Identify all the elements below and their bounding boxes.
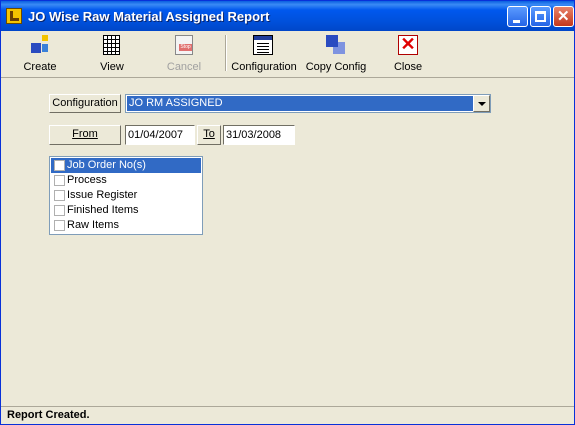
list-item-finished-items[interactable]: Finished Items [51, 203, 201, 218]
close-x-icon: ✕ [398, 35, 418, 55]
minimize-icon [513, 20, 520, 23]
cancel-button[interactable]: Stop Cancel [159, 33, 209, 75]
toolbar: Create View Stop Cancel Configuration Co… [1, 31, 574, 78]
checkbox[interactable] [54, 190, 65, 201]
to-button[interactable]: To [197, 125, 221, 145]
to-label: To [203, 128, 215, 140]
close-label: Close [393, 61, 423, 73]
create-label: Create [23, 61, 57, 73]
copy-config-label: Copy Config [305, 61, 367, 73]
title-bar[interactable]: JO Wise Raw Material Assigned Report ✕ [1, 1, 574, 31]
configuration-icon [253, 35, 273, 55]
configuration-label: Configuration [231, 61, 297, 73]
create-icon [30, 35, 50, 55]
window-title: JO Wise Raw Material Assigned Report [28, 9, 270, 24]
cancel-label: Cancel [166, 61, 202, 73]
checkbox[interactable] [54, 205, 65, 216]
window-close-button[interactable]: ✕ [553, 6, 574, 27]
list-item-label: Issue Register [67, 189, 138, 201]
list-item-label: Finished Items [67, 204, 139, 216]
to-date-input[interactable]: 31/03/2008 [223, 125, 295, 145]
from-date-input[interactable]: 01/04/2007 [125, 125, 195, 145]
close-button[interactable]: ✕ Close [385, 33, 431, 75]
copy-config-icon [326, 35, 346, 55]
dropdown-arrow-icon[interactable] [473, 95, 490, 112]
create-button[interactable]: Create [15, 33, 65, 75]
options-checklist[interactable]: Job Order No(s) Process Issue Register F… [49, 156, 203, 235]
view-button[interactable]: View [87, 33, 137, 75]
list-item-label: Job Order No(s) [67, 159, 146, 171]
app-icon [6, 8, 22, 24]
configuration-button[interactable]: Configuration [230, 33, 298, 75]
configuration-value: JO RM ASSIGNED [127, 96, 473, 111]
maximize-icon [535, 11, 546, 22]
list-item-process[interactable]: Process [51, 173, 201, 188]
close-icon: ✕ [557, 8, 570, 25]
checkbox[interactable] [54, 220, 65, 231]
toolbar-separator [225, 35, 227, 71]
list-item-label: Process [67, 174, 107, 186]
minimize-button[interactable] [507, 6, 528, 27]
report-window: JO Wise Raw Material Assigned Report ✕ C… [0, 0, 575, 425]
checkbox[interactable] [54, 175, 65, 186]
checkbox[interactable] [54, 160, 65, 171]
view-grid-icon [103, 35, 120, 55]
stop-icon: Stop [175, 35, 193, 55]
list-item-label: Raw Items [67, 219, 119, 231]
list-item-job-order[interactable]: Job Order No(s) [51, 158, 201, 173]
configuration-field-label: Configuration [49, 94, 121, 113]
from-label: From [72, 128, 98, 140]
from-button[interactable]: From [49, 125, 121, 145]
copy-config-button[interactable]: Copy Config [303, 33, 369, 75]
status-bar: Report Created. [1, 406, 574, 424]
list-item-raw-items[interactable]: Raw Items [51, 218, 201, 233]
configuration-select[interactable]: JO RM ASSIGNED [125, 94, 491, 113]
view-label: View [100, 61, 124, 73]
maximize-button[interactable] [530, 6, 551, 27]
list-item-issue-register[interactable]: Issue Register [51, 188, 201, 203]
